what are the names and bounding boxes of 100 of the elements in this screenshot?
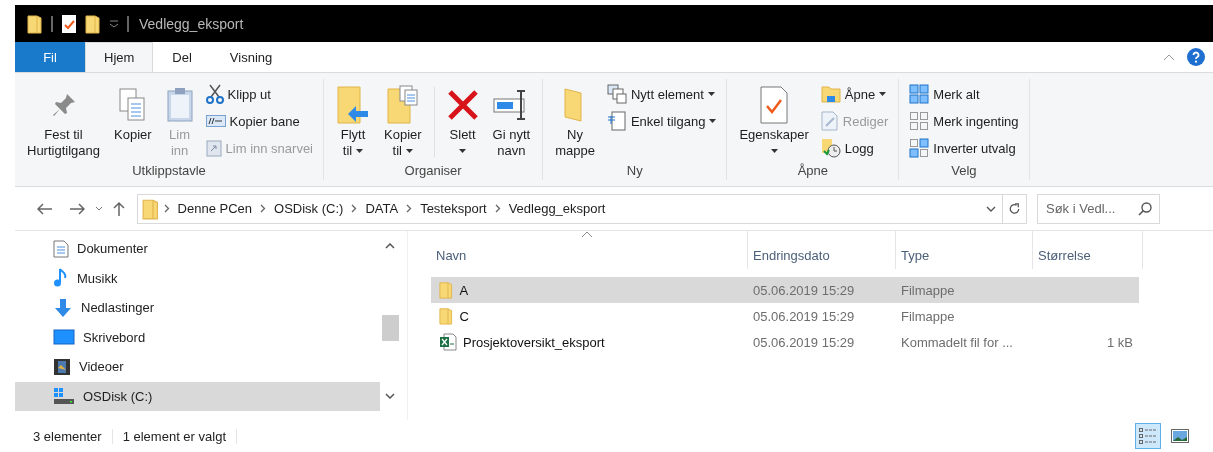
ribbon-button[interactable]: Flytt til bbox=[330, 79, 376, 159]
navigation-label: Nedlastinger bbox=[81, 300, 154, 316]
folder-icon bbox=[439, 307, 454, 325]
window-title: Vedlegg_eksport bbox=[139, 15, 244, 32]
column-header[interactable]: Navn bbox=[431, 231, 748, 269]
breadcrumb[interactable]: DATA bbox=[361, 201, 403, 216]
navigation-item[interactable]: OSDisk (C:) bbox=[15, 381, 380, 411]
column-header[interactable]: Størrelse bbox=[1033, 231, 1143, 269]
ribbon-button[interactable]: Slett bbox=[440, 79, 485, 159]
folder-icon bbox=[142, 197, 160, 220]
file-name: A bbox=[459, 282, 469, 298]
navigation-label: Skrivebord bbox=[83, 329, 146, 345]
path-icon bbox=[205, 115, 226, 127]
chevron-right-icon bbox=[163, 204, 170, 213]
history-icon bbox=[820, 138, 841, 158]
group-label: Organiser bbox=[403, 163, 463, 180]
chevron-right-icon bbox=[494, 204, 501, 213]
new-item-icon bbox=[606, 84, 627, 104]
breadcrumb[interactable]: Testeksport bbox=[416, 201, 491, 216]
ribbon-button[interactable]: Kopier til bbox=[378, 79, 428, 159]
breadcrumb[interactable]: OSDisk (C:) bbox=[270, 201, 348, 216]
file-row[interactable]: C 05.06.2019 15:29 Filmappe bbox=[431, 303, 1139, 329]
scroll-down-icon bbox=[385, 393, 395, 399]
checklist-icon bbox=[61, 13, 77, 34]
chevron-right-icon bbox=[406, 204, 413, 213]
move-to-icon bbox=[336, 85, 370, 125]
image-icon bbox=[1171, 429, 1189, 443]
ribbon-button[interactable]: Merk alt bbox=[905, 81, 1023, 107]
file-row[interactable]: Prosjektoversikt_eksport 05.06.2019 15:29 Kommadelt fil for ... 1 kB bbox=[431, 329, 1139, 355]
open-folder-icon bbox=[820, 85, 841, 103]
ribbon-button[interactable]: Åpne bbox=[816, 81, 893, 107]
search-field[interactable]: Søk i Vedl... bbox=[1037, 193, 1160, 224]
ribbon-button[interactable]: Nytt element bbox=[602, 81, 721, 107]
chevron-down-icon bbox=[986, 205, 996, 212]
scrollbar-thumb[interactable] bbox=[381, 315, 399, 341]
navigation-item[interactable]: Musikk bbox=[15, 263, 380, 293]
breadcrumb[interactable]: Denne PCen bbox=[173, 201, 257, 216]
copy-to-icon bbox=[385, 85, 420, 125]
sort-ascending-icon bbox=[581, 231, 593, 238]
clipboard-icon bbox=[165, 87, 194, 123]
navigation-item[interactable]: Videoer bbox=[15, 352, 380, 382]
ribbon-tab[interactable]: Fil bbox=[15, 42, 85, 72]
film-icon bbox=[53, 357, 71, 376]
chevron-right-icon bbox=[351, 204, 358, 213]
navigation-label: OSDisk (C:) bbox=[83, 388, 153, 404]
desktop-icon bbox=[53, 329, 75, 346]
spreadsheet-file-icon bbox=[439, 333, 457, 351]
ribbon-button[interactable]: Merk ingenting bbox=[905, 108, 1023, 134]
column-header[interactable]: Type bbox=[896, 231, 1033, 269]
ribbon-button[interactable]: Kopier bbox=[108, 79, 158, 143]
shortcut-icon bbox=[205, 139, 222, 157]
group-label: Utklippstavle bbox=[131, 163, 207, 180]
group-label: Velg bbox=[950, 163, 978, 180]
file-name: C bbox=[459, 308, 469, 324]
document-icon bbox=[53, 239, 69, 258]
ribbon-button[interactable]: Enkel tilgang bbox=[602, 108, 721, 134]
ribbon-button[interactable]: Gi nytt navn bbox=[486, 79, 537, 159]
delete-icon bbox=[446, 89, 479, 121]
caret-icon bbox=[109, 19, 119, 28]
address-field[interactable]: Denne PCen OSDisk (C:) DATA Testeksport Vedlegg_eksport bbox=[137, 193, 1027, 224]
navigation-label: Dokumenter bbox=[77, 241, 148, 257]
scroll-up-icon bbox=[385, 243, 395, 249]
back-arrow-icon bbox=[37, 202, 53, 215]
navigation-item[interactable]: Nedlastinger bbox=[15, 293, 380, 323]
select-all-icon bbox=[909, 84, 930, 104]
help-icon bbox=[1187, 48, 1205, 66]
group-label: Åpne bbox=[796, 163, 829, 180]
breadcrumb[interactable]: Vedlegg_eksport bbox=[504, 201, 610, 216]
properties-icon bbox=[759, 86, 790, 124]
ribbon-button[interactable]: Ny mappe bbox=[549, 79, 601, 159]
ribbon-tab[interactable]: Hjem bbox=[85, 42, 154, 73]
ribbon-button[interactable]: Kopier bane bbox=[201, 108, 317, 134]
edit-icon bbox=[820, 111, 839, 131]
file-size: 1 kB bbox=[1106, 334, 1134, 350]
file-row[interactable]: A 05.06.2019 15:29 Filmappe bbox=[431, 277, 1139, 303]
column-header[interactable]: Endringsdato bbox=[748, 231, 896, 269]
group-label: Ny bbox=[625, 163, 644, 180]
status-text: 1 element er valgt bbox=[122, 428, 237, 444]
navigation-item[interactable]: Skrivebord bbox=[15, 322, 380, 352]
folder-icon bbox=[439, 281, 454, 299]
ribbon-button[interactable]: Logg bbox=[816, 135, 893, 161]
file-type: Filmappe bbox=[900, 282, 956, 298]
ribbon-button[interactable]: Inverter utvalg bbox=[905, 135, 1023, 161]
modified-date: 05.06.2019 15:29 bbox=[752, 334, 856, 350]
details-view-button[interactable] bbox=[1135, 423, 1161, 449]
search-icon bbox=[1138, 201, 1152, 216]
ribbon-button[interactable]: Klipp ut bbox=[201, 81, 317, 107]
modified-date: 05.06.2019 15:29 bbox=[752, 282, 856, 298]
download-arrow-icon bbox=[53, 297, 73, 318]
forward-arrow-icon bbox=[69, 202, 85, 215]
up-arrow-icon bbox=[113, 200, 125, 217]
ribbon-button[interactable]: Egenskaper bbox=[733, 79, 815, 159]
refresh-icon bbox=[1009, 201, 1020, 216]
chevron-right-icon bbox=[260, 204, 267, 213]
music-note-icon bbox=[53, 268, 69, 289]
file-type: Kommadelt fil for ... bbox=[900, 334, 1014, 350]
ribbon-button[interactable]: Fest til Hurtigtilgang bbox=[21, 79, 106, 159]
navigation-item[interactable]: Dokumenter bbox=[15, 234, 380, 264]
folder-icon bbox=[27, 13, 43, 34]
collapse-chevron-icon bbox=[1163, 53, 1175, 61]
